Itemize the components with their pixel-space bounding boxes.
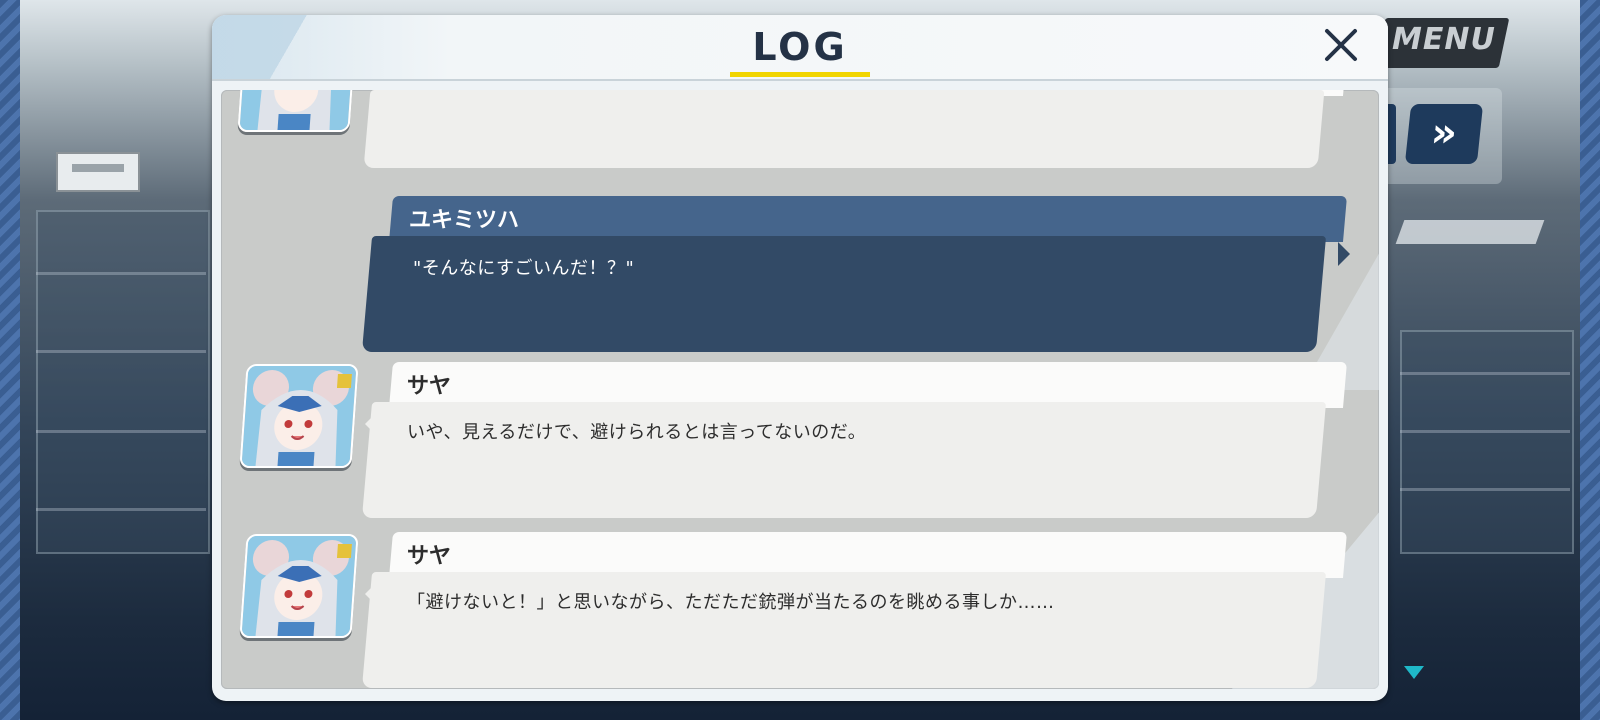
ceiling-light: [1395, 220, 1545, 244]
bubble-pointer: [365, 582, 377, 606]
bubble-pointer: [365, 412, 377, 436]
menu-button-label[interactable]: MENU: [1392, 22, 1496, 57]
dialogue-text: いや、見えるだけで、避けられるとは言ってないのだ。: [407, 422, 867, 443]
triangle-down-icon[interactable]: [1404, 666, 1424, 679]
log-entry: サヤ 「避けないと！」と思いながら、ただただ銃弾が当たるのを眺める事しか……: [361, 532, 1348, 688]
speaker-name: ユキミツハ: [409, 208, 520, 233]
shelf-line: [1400, 488, 1570, 491]
header-divider: [212, 79, 1388, 81]
shelf-line: [36, 272, 206, 275]
cabinet: [36, 210, 210, 554]
wall-sign: [56, 152, 140, 192]
shelf-line: [1400, 430, 1570, 433]
bubble-pointer: [1338, 242, 1350, 266]
fast-forward-icon: »: [1428, 110, 1460, 156]
speaker-name: サヤ: [407, 544, 452, 569]
log-list[interactable]: ユキミツハ "そんなにすごいんだ！？" サヤ いや、見えるだけで、避けられるとは…: [221, 90, 1379, 689]
fast-forward-button[interactable]: »: [1404, 104, 1484, 164]
speaker-name: サヤ: [407, 374, 452, 399]
log-title: LOG: [752, 25, 848, 69]
log-entry: [363, 90, 1348, 168]
close-icon[interactable]: [1321, 25, 1361, 65]
shelf-line: [36, 508, 206, 511]
dialogue-box: [363, 90, 1325, 168]
border-stripe-left: [0, 0, 20, 720]
title-underline: [730, 72, 870, 77]
speaker-avatar: [237, 90, 357, 132]
log-header: LOG: [212, 15, 1388, 79]
shelf-line: [36, 350, 206, 353]
speaker-avatar: [239, 534, 359, 638]
log-entry-player: ユキミツハ "そんなにすごいんだ！？": [361, 196, 1348, 352]
shelf-line: [36, 430, 206, 433]
cabinet: [1400, 330, 1574, 554]
speaker-avatar: [239, 364, 359, 468]
border-stripe-right: [1580, 0, 1600, 720]
log-entry: サヤ いや、見えるだけで、避けられるとは言ってないのだ。: [361, 362, 1348, 518]
log-window: LOG ユキミツハ "そんなにすごいんだ！？" サヤ いや、見えるだけで、避けら…: [212, 15, 1388, 701]
dialogue-text: "そんなにすごいんだ！？": [413, 258, 635, 279]
shelf-line: [1400, 372, 1570, 375]
dialogue-text: 「避けないと！」と思いながら、ただただ銃弾が当たるのを眺める事しか……: [407, 592, 1055, 613]
